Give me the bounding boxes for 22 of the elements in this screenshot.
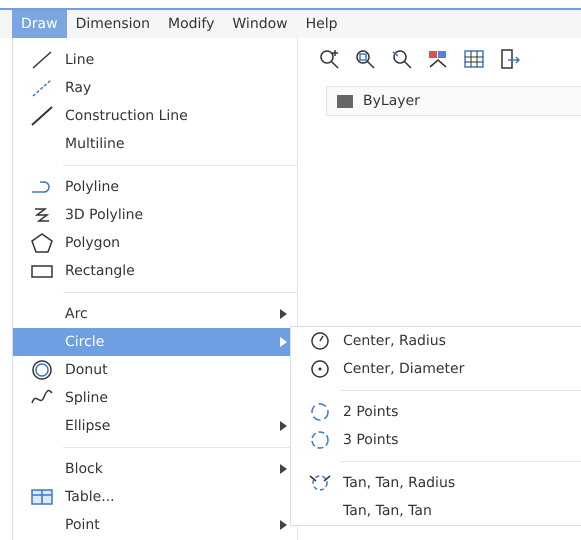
menu-bar-item[interactable]: Help	[296, 10, 347, 38]
menu-item[interactable]: Construction Line	[13, 102, 297, 130]
menu-bar-item[interactable]: Modify	[159, 10, 224, 38]
line-icon	[30, 49, 54, 71]
menu-item[interactable]: Multiline	[13, 130, 297, 158]
menu-item[interactable]: 3D Polyline	[13, 201, 297, 229]
menu-bar-item[interactable]: Dimension	[66, 10, 159, 38]
menu-item[interactable]: Polyline	[13, 173, 297, 201]
polygon-icon	[30, 232, 54, 254]
menu-item[interactable]: Ray	[13, 74, 297, 102]
menu-bar-item[interactable]: Window	[223, 10, 297, 38]
menu-item[interactable]: Arc	[13, 300, 297, 328]
menu-item[interactable]: Rectangle	[13, 257, 297, 285]
menu-item[interactable]: Line	[13, 46, 297, 74]
construction-line-icon	[30, 105, 54, 127]
layer-value: ByLayer	[363, 93, 420, 109]
layer-field[interactable]: ByLayer	[326, 86, 581, 116]
color-swatch	[337, 94, 353, 108]
grid-icon	[462, 48, 486, 70]
menu-item[interactable]: Polygon	[13, 229, 297, 257]
zoom-previous-icon	[390, 48, 414, 70]
donut-icon	[30, 359, 54, 381]
